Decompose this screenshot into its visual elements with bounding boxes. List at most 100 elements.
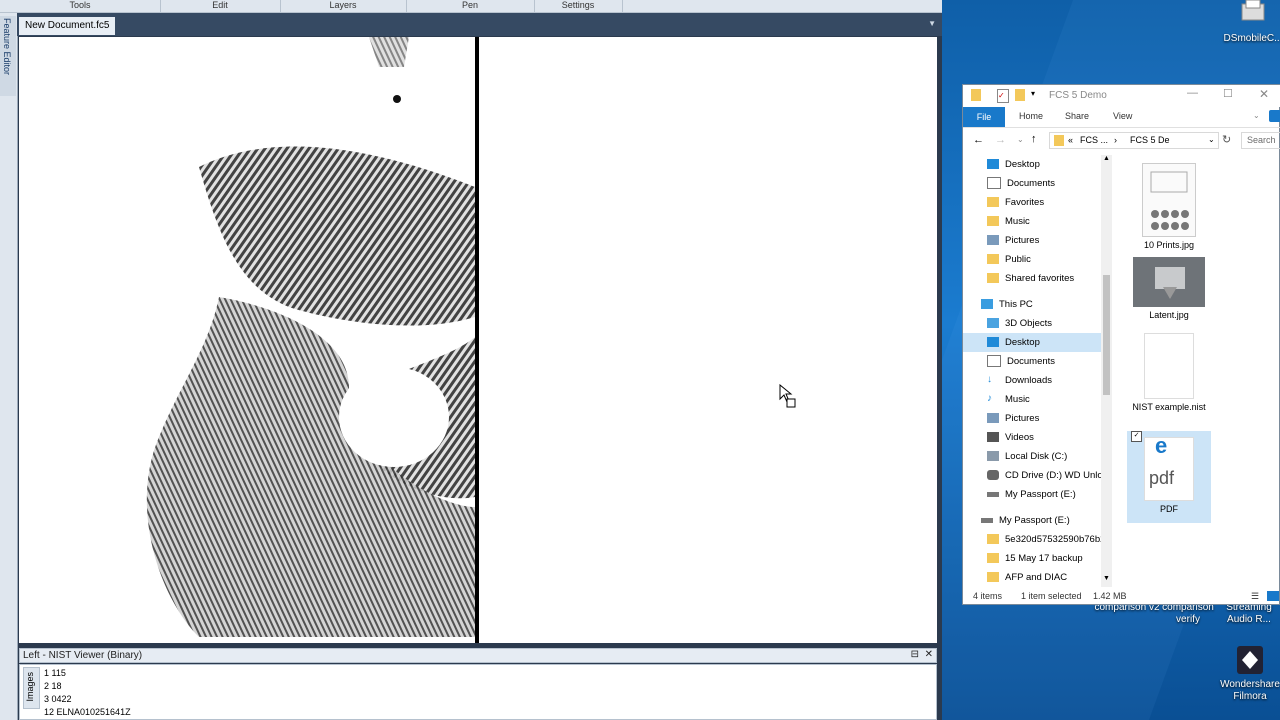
tab-dropdown-icon[interactable]: ▼ [928,19,936,28]
large-icons-view-icon[interactable] [1267,591,1279,601]
nav-item-shared-favorites[interactable]: Shared favorites [987,269,1074,288]
ribbon-tab-view[interactable]: View [1113,111,1132,121]
ribbon-tab-share[interactable]: Share [1065,111,1089,121]
file-item[interactable]: Latent.jpg [1127,257,1211,321]
nav-item-label: My Passport (E:) [999,515,1070,526]
forward-icon[interactable]: → [995,134,1006,146]
ribbon-tab-home[interactable]: Home [1019,111,1043,121]
help-icon[interactable] [1269,110,1280,122]
close-icon[interactable]: ✕ [1259,87,1269,101]
record-row[interactable]: 2 18 [44,680,131,693]
document-tab[interactable]: New Document.fc5 [19,17,116,35]
breadcrumb-overflow[interactable]: « [1068,135,1073,145]
pin-icon[interactable]: ⊟ [911,649,919,660]
nav-item-documents[interactable]: Documents [987,352,1055,371]
record-row[interactable]: 1 115 [44,667,131,680]
documents-icon [987,355,1001,368]
menu-pen[interactable]: Pen [406,0,535,12]
nav-item-my-passport-root[interactable]: My Passport (E:) [981,511,1070,530]
nav-item-public[interactable]: Public [987,250,1031,269]
nav-item-documents[interactable]: Documents [987,174,1055,193]
nav-item-label: CD Drive (D:) WD Unlo [1005,470,1101,481]
feature-editor-tab[interactable]: Feature Editor [0,16,16,96]
scroll-up-icon[interactable]: ▲ [1103,155,1110,162]
file-label: NIST example.nist [1132,402,1206,412]
scroll-down-icon[interactable]: ▼ [1103,575,1110,582]
up-icon[interactable]: ↑ [1031,133,1037,145]
nav-item-pictures[interactable]: Pictures [987,409,1039,428]
desktop-icon-comparison-verify[interactable]: comparison verify [1153,602,1223,626]
search-input[interactable]: Search [1241,132,1280,149]
quick-access-dropdown-icon[interactable]: ▾ [1031,89,1035,98]
file-item[interactable]: NIST example.nist [1127,333,1211,413]
nav-item-label: 3D Objects [1005,318,1052,329]
file-item[interactable]: 10 Prints.jpg [1127,163,1211,251]
pc-icon [981,299,993,310]
images-tab[interactable]: Images [23,667,40,709]
nav-item-this-pc[interactable]: This PC [981,295,1033,314]
file-item-selected[interactable]: ✓ e pdf PDF [1127,431,1211,523]
nav-item-music[interactable]: ♪ Music [987,390,1030,409]
scroll-thumb[interactable] [1103,275,1110,395]
folder-icon [987,273,999,284]
image-thumbnail-icon [1142,163,1196,237]
menu-tools[interactable]: Tools [0,0,161,12]
new-folder-icon[interactable] [1015,89,1025,101]
explorer-address-row: ← → ⌄ ↑ « FCS ... › FCS 5 De ⌄ ↻ Search [963,128,1280,154]
folder-icon [987,197,999,208]
minimize-icon[interactable]: — [1187,87,1198,99]
nav-scrollbar[interactable]: ▲ ▼ [1101,155,1112,587]
pictures-icon [987,413,999,424]
refresh-icon[interactable]: ↻ [1222,133,1231,146]
recent-dropdown-icon[interactable]: ⌄ [1017,135,1024,144]
nav-item-favorites[interactable]: Favorites [987,193,1044,212]
nav-item-desktop[interactable]: Desktop [987,155,1040,174]
folder-icon [987,254,999,265]
nav-item-local-disk[interactable]: Local Disk (C:) [987,447,1067,466]
desktop-icon-streaming-audio[interactable]: Streaming Audio R... [1214,602,1280,626]
nav-item-music[interactable]: Music [987,212,1030,231]
split-divider[interactable] [475,37,479,643]
folder-icon [987,534,999,545]
file-label: PDF [1160,504,1178,514]
document-canvas[interactable] [19,37,937,643]
record-row[interactable]: 12 ELNA010251641Z [44,706,131,719]
nav-item-videos[interactable]: Videos [987,428,1034,447]
nav-item-cd-drive[interactable]: CD Drive (D:) WD Unlo [987,466,1101,485]
desktop-icon-filmora[interactable]: Wondershare Filmora [1215,646,1280,703]
address-bar[interactable]: « FCS ... › FCS 5 De ⌄ [1049,132,1219,149]
nav-item-folder[interactable]: 5e320d57532590b76b2 [987,530,1101,549]
address-dropdown-icon[interactable]: ⌄ [1208,135,1215,144]
menu-edit[interactable]: Edit [160,0,281,12]
folder-icon [987,553,999,564]
nav-item-my-passport[interactable]: My Passport (E:) [987,485,1076,504]
back-icon[interactable]: ← [973,134,984,146]
desktop-icon-label: comparison verify [1162,602,1214,625]
record-row[interactable]: 3 0422 [44,693,131,706]
breadcrumb-segment[interactable]: FCS 5 De [1130,135,1170,145]
desktop-icon-dsmobile[interactable]: DSmobileC... [1218,0,1280,45]
filmora-icon [1233,646,1267,676]
nav-item-3d-objects[interactable]: 3D Objects [987,314,1052,333]
nav-item-label: Documents [1007,178,1056,189]
nav-item-folder[interactable]: AFP and DIAC [987,568,1067,587]
nav-item-pictures[interactable]: Pictures [987,231,1039,250]
checkbox-icon[interactable]: ✓ [1131,431,1142,442]
properties-icon[interactable]: ✓ [997,89,1009,103]
nav-item-label: Pictures [1005,413,1040,424]
file-label: 10 Prints.jpg [1143,240,1195,250]
nav-item-downloads[interactable]: ↓ Downloads [987,371,1052,390]
folder-icon [1054,135,1064,146]
menubar: Tools Edit Layers Pen Settings [0,0,942,13]
details-view-icon[interactable]: ☰ [1251,587,1259,605]
nav-item-desktop-selected[interactable]: Desktop [963,333,1101,352]
menu-settings[interactable]: Settings [534,0,623,12]
feature-editor-label: Feature Editor [2,18,12,76]
ribbon-expand-icon[interactable]: ⌄ [1253,111,1260,120]
breadcrumb-segment[interactable]: FCS ... [1080,135,1108,145]
menu-layers[interactable]: Layers [280,0,407,12]
ribbon-tab-file[interactable]: File [963,107,1005,127]
close-icon[interactable]: ✕ [925,649,933,660]
nav-item-folder[interactable]: 15 May 17 backup [987,549,1083,568]
maximize-icon[interactable]: ☐ [1223,87,1233,100]
